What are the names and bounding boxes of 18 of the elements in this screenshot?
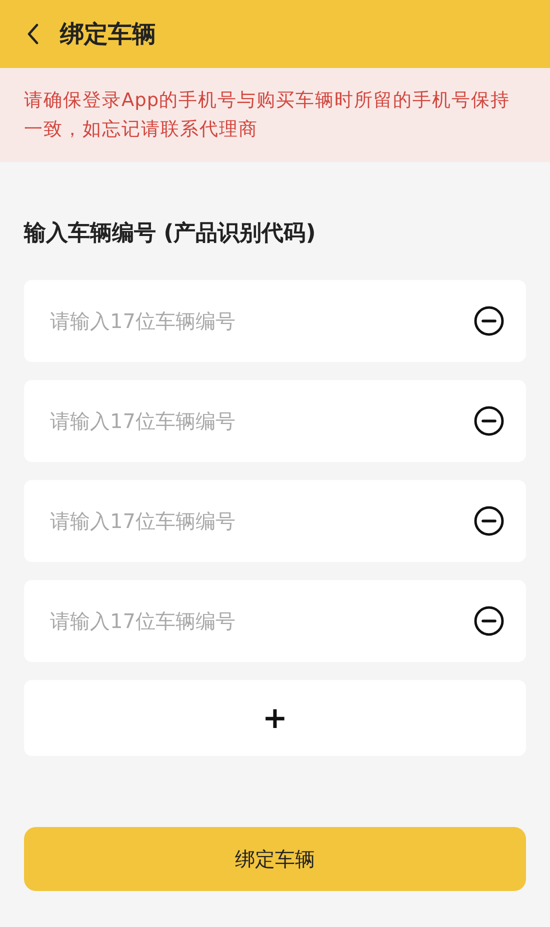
back-icon[interactable] xyxy=(26,23,40,45)
vehicle-number-input[interactable]: 请输入17位车辆编号 xyxy=(48,308,474,334)
remove-icon[interactable] xyxy=(474,506,504,536)
vehicle-number-field[interactable]: 请输入17位车辆编号 xyxy=(24,380,526,462)
vehicle-number-field[interactable]: 请输入17位车辆编号 xyxy=(24,580,526,662)
vehicle-number-field[interactable]: 请输入17位车辆编号 xyxy=(24,280,526,362)
remove-icon[interactable] xyxy=(474,306,504,336)
page-title: 绑定车辆 xyxy=(60,19,156,50)
add-field-button[interactable]: + xyxy=(24,680,526,756)
notice-text: 请确保登录App的手机号与购买车辆时所留的手机号保持一致，如忘记请联系代理商 xyxy=(24,89,512,142)
bind-vehicle-button[interactable]: 绑定车辆 xyxy=(24,827,526,891)
vehicle-number-input[interactable]: 请输入17位车辆编号 xyxy=(48,508,474,534)
section-label: 输入车辆编号 (产品识别代码) xyxy=(24,220,317,248)
vehicle-number-field[interactable]: 请输入17位车辆编号 xyxy=(24,480,526,562)
vehicle-number-input[interactable]: 请输入17位车辆编号 xyxy=(48,408,474,434)
remove-icon[interactable] xyxy=(474,406,504,436)
remove-icon[interactable] xyxy=(474,606,504,636)
vehicle-number-input[interactable]: 请输入17位车辆编号 xyxy=(48,608,474,634)
